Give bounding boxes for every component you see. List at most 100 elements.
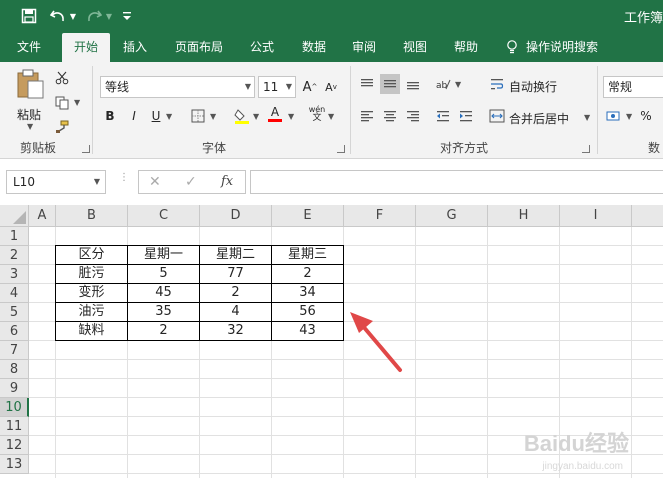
align-top-icon[interactable]	[357, 74, 377, 94]
row-header-12[interactable]: 12	[0, 436, 29, 455]
orientation-dropdown-icon[interactable]: ▼	[455, 80, 461, 89]
merge-center-dropdown-icon[interactable]: ▼	[584, 113, 590, 122]
column-header-a[interactable]: A	[29, 205, 56, 227]
table-header-cell[interactable]: 星期二	[200, 246, 271, 265]
underline-dropdown-icon[interactable]: ▼	[166, 112, 172, 121]
cancel-icon[interactable]: ✕	[149, 174, 161, 190]
font-launcher-icon[interactable]	[337, 145, 345, 153]
tab-review[interactable]: 审阅	[342, 33, 386, 62]
table-cell[interactable]: 32	[200, 322, 271, 341]
redo-icon[interactable]	[84, 6, 104, 26]
align-center-icon[interactable]	[380, 106, 400, 126]
row-header-3[interactable]: 3	[0, 265, 29, 284]
align-left-icon[interactable]	[357, 106, 377, 126]
phonetic-dropdown-icon[interactable]: ▼	[328, 112, 334, 121]
clipboard-launcher-icon[interactable]	[82, 145, 90, 153]
name-box[interactable]: L10 ▼	[6, 170, 106, 194]
row-header-7[interactable]: 7	[0, 341, 29, 360]
row-header-1[interactable]: 1	[0, 227, 29, 246]
column-header-c[interactable]: C	[128, 205, 200, 227]
merge-center-label[interactable]: 合并后居中	[509, 110, 569, 127]
insert-function-button[interactable]: fx	[221, 174, 233, 189]
row-header-13[interactable]: 13	[0, 455, 29, 474]
table-cell[interactable]: 5	[128, 265, 199, 284]
cut-icon[interactable]	[52, 68, 72, 88]
bold-button[interactable]: B	[100, 106, 120, 126]
tab-formulas[interactable]: 公式	[240, 33, 284, 62]
table-cell[interactable]: 脏污	[56, 265, 127, 284]
copy-icon[interactable]	[52, 93, 72, 113]
row-header-2[interactable]: 2	[0, 246, 29, 265]
font-name-combo[interactable]: 等线 ▼	[100, 76, 255, 98]
font-color-icon[interactable]: A	[265, 104, 285, 124]
tab-help[interactable]: 帮助	[444, 33, 488, 62]
tab-page-layout[interactable]: 页面布局	[165, 33, 233, 62]
align-middle-icon[interactable]	[380, 74, 400, 94]
table-cell[interactable]: 56	[272, 303, 343, 322]
accounting-format-icon[interactable]	[604, 106, 624, 126]
table-header-cell[interactable]: 星期一	[128, 246, 199, 265]
table-header-cell[interactable]: 区分	[56, 246, 127, 265]
decrease-indent-icon[interactable]	[433, 106, 453, 126]
font-name-dropdown-icon[interactable]: ▼	[245, 77, 251, 97]
table-cell[interactable]: 35	[128, 303, 199, 322]
format-painter-icon[interactable]	[52, 117, 72, 137]
table-cell[interactable]: 4	[200, 303, 271, 322]
column-header-g[interactable]: G	[416, 205, 488, 227]
font-size-combo[interactable]: 11 ▼	[258, 76, 296, 98]
column-header-i[interactable]: I	[560, 205, 632, 227]
column-header-b[interactable]: B	[56, 205, 128, 227]
fill-color-icon[interactable]	[232, 106, 252, 126]
percent-style-button[interactable]: %	[636, 106, 656, 126]
table-cell[interactable]: 2	[128, 322, 199, 341]
paste-label[interactable]: 粘贴	[17, 106, 41, 123]
select-all-corner[interactable]	[0, 205, 29, 227]
undo-dropdown-icon[interactable]: ▼	[68, 6, 78, 26]
row-header-4[interactable]: 4	[0, 284, 29, 303]
number-format-combo[interactable]: 常规	[603, 76, 663, 98]
accounting-dropdown-icon[interactable]: ▼	[626, 112, 632, 121]
orientation-icon[interactable]: ab	[433, 74, 453, 94]
copy-dropdown-icon[interactable]: ▼	[74, 98, 80, 107]
save-icon[interactable]	[18, 6, 40, 26]
table-cell[interactable]: 缺料	[56, 322, 127, 341]
wrap-text-label[interactable]: 自动换行	[509, 78, 557, 95]
alignment-launcher-icon[interactable]	[582, 145, 590, 153]
tab-file[interactable]: 文件	[7, 33, 51, 62]
table-header-cell[interactable]: 星期三	[272, 246, 343, 265]
font-color-dropdown-icon[interactable]: ▼	[288, 112, 294, 121]
table-cell[interactable]: 油污	[56, 303, 127, 322]
merge-center-icon[interactable]	[487, 106, 507, 126]
tab-insert[interactable]: 插入	[113, 33, 157, 62]
tab-data[interactable]: 数据	[292, 33, 336, 62]
font-size-dropdown-icon[interactable]: ▼	[286, 77, 292, 97]
column-header-j[interactable]	[632, 205, 663, 227]
table-cell[interactable]: 77	[200, 265, 271, 284]
underline-button[interactable]: U	[146, 106, 166, 126]
row-header-10[interactable]: 10	[0, 398, 29, 417]
align-right-icon[interactable]	[403, 106, 423, 126]
column-header-h[interactable]: H	[488, 205, 560, 227]
row-header-5[interactable]: 5	[0, 303, 29, 322]
align-bottom-icon[interactable]	[403, 74, 423, 94]
table-cell[interactable]: 45	[128, 284, 199, 303]
table-cell[interactable]: 43	[272, 322, 343, 341]
wrap-text-icon[interactable]	[487, 74, 507, 94]
fill-color-dropdown-icon[interactable]: ▼	[253, 112, 259, 121]
table-cell[interactable]: 2	[200, 284, 271, 303]
paste-icon[interactable]	[16, 68, 46, 100]
italic-button[interactable]: I	[124, 106, 144, 126]
table-cell[interactable]: 34	[272, 284, 343, 303]
increase-indent-icon[interactable]	[456, 106, 476, 126]
borders-icon[interactable]	[188, 106, 208, 126]
customize-quick-access-icon[interactable]	[121, 6, 133, 26]
column-header-e[interactable]: E	[272, 205, 344, 227]
tab-home[interactable]: 开始	[62, 33, 110, 62]
borders-dropdown-icon[interactable]: ▼	[210, 112, 216, 121]
increase-font-size-icon[interactable]: A ^	[300, 77, 320, 97]
row-header-11[interactable]: 11	[0, 417, 29, 436]
table-cell[interactable]: 2	[272, 265, 343, 284]
formula-bar-splitter[interactable]: ⋮	[119, 173, 129, 189]
phonetic-guide-icon[interactable]: wén 文	[307, 104, 327, 124]
tell-me-search[interactable]: 操作说明搜索	[526, 33, 612, 62]
